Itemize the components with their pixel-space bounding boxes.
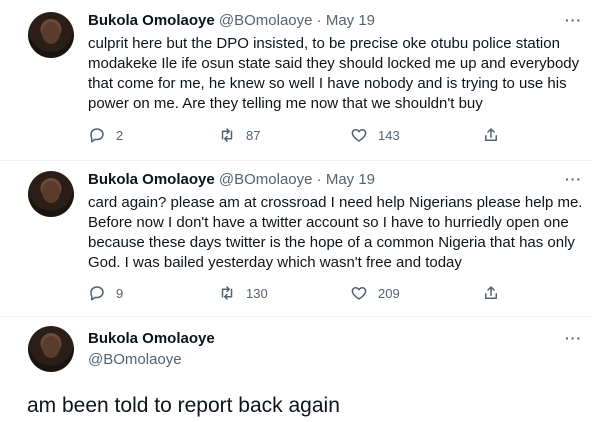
retweet-count: 87 <box>246 127 261 143</box>
tweet-text: card again? please am at crossroad I nee… <box>88 193 583 273</box>
reply-icon <box>90 128 104 143</box>
tweet-line: that come for me, he knew so well I have… <box>88 75 567 92</box>
more-horizontal-icon[interactable]: ··· <box>565 171 582 187</box>
share-button[interactable] <box>482 126 500 144</box>
heart-icon <box>351 129 367 142</box>
tweet-text: am been told to report back again <box>27 394 340 417</box>
reply-count: 9 <box>116 285 124 301</box>
tweet-header: Bukola Omolaoye @BOmolaoye · May 19 <box>88 12 375 29</box>
more-horizontal-icon[interactable]: ··· <box>565 12 582 28</box>
author-handle[interactable]: @BOmolaoye <box>219 171 313 188</box>
author-name[interactable]: Bukola Omolaoye <box>88 330 215 347</box>
like-count: 143 <box>378 127 400 143</box>
avatar[interactable] <box>28 12 74 58</box>
reply-count: 2 <box>116 127 124 143</box>
author-name[interactable]: Bukola Omolaoye <box>88 12 215 29</box>
separator-dot: · <box>316 12 322 29</box>
tweet-actions: 9 130 209 <box>88 284 508 304</box>
author-handle[interactable]: @BOmolaoye <box>219 12 313 29</box>
tweet-actions: 2 87 143 <box>88 126 508 146</box>
like-button[interactable]: 209 <box>350 284 400 302</box>
avatar[interactable] <box>28 326 74 372</box>
reply-button[interactable]: 9 <box>88 284 123 302</box>
divider <box>0 160 592 161</box>
retweet-icon <box>221 128 233 142</box>
share-icon <box>485 286 497 299</box>
tweet-date[interactable]: May 19 <box>326 171 375 188</box>
retweet-button[interactable]: 130 <box>218 284 268 302</box>
reply-icon <box>90 286 104 301</box>
more-horizontal-icon[interactable]: ··· <box>565 330 582 346</box>
tweet-line: God. I was bailed yesterday which wasn't… <box>88 254 462 271</box>
retweet-button[interactable]: 87 <box>218 126 260 144</box>
author-handle[interactable]: @BOmolaoye <box>88 351 182 368</box>
share-icon <box>485 128 497 141</box>
share-button[interactable] <box>482 284 500 302</box>
tweet-line: culprit here but the DPO insisted, to be… <box>88 35 560 52</box>
divider <box>0 316 592 317</box>
heart-icon <box>351 287 367 300</box>
tweet-line: power on me. Are they telling me now tha… <box>88 95 483 112</box>
avatar[interactable] <box>28 171 74 217</box>
tweet-line: card again? please am at crossroad I nee… <box>88 194 583 211</box>
tweet-line: Before now I don't have a twitter accoun… <box>88 214 569 231</box>
tweet-text: culprit here but the DPO insisted, to be… <box>88 34 583 114</box>
author-name[interactable]: Bukola Omolaoye <box>88 171 215 188</box>
like-button[interactable]: 143 <box>350 126 400 144</box>
like-count: 209 <box>378 285 400 301</box>
tweet-date[interactable]: May 19 <box>326 12 375 29</box>
tweet-header: Bukola Omolaoye @BOmolaoye · May 19 <box>88 171 375 188</box>
retweet-icon <box>221 286 233 300</box>
separator-dot: · <box>316 171 322 188</box>
retweet-count: 130 <box>246 285 268 301</box>
reply-button[interactable]: 2 <box>88 126 123 144</box>
tweet-line: because these days twitter is the hope o… <box>88 234 575 251</box>
tweet-line: modakeke Ile ife osun state said they sh… <box>88 55 580 72</box>
